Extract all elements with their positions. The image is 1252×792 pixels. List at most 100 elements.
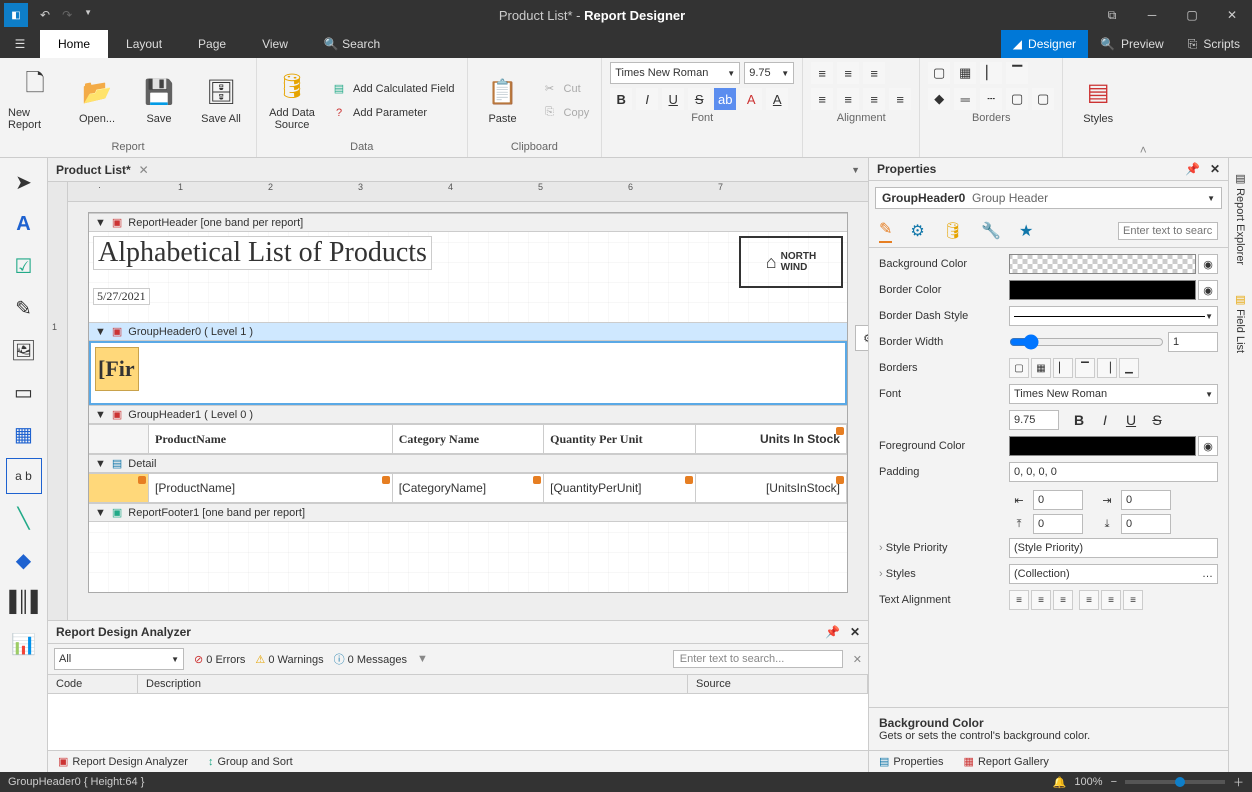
minimize-button[interactable]: ─ (1132, 0, 1172, 30)
new-report-button[interactable]: 🗋New Report (8, 71, 62, 131)
saveall-button[interactable]: 🗄Save All (194, 77, 248, 125)
align-justify[interactable]: ≡ (889, 88, 911, 110)
prop-fontsize-input[interactable]: 9.75 (1009, 410, 1059, 430)
band-groupheader1-header[interactable]: ▼ ▣ GroupHeader1 ( Level 0 ) (89, 405, 847, 424)
band-reportfooter-header[interactable]: ▼ ▣ ReportFooter1 [one band per report] (89, 503, 847, 522)
band-reportheader-header[interactable]: ▼ ▣ ReportHeader [one band per report] (89, 213, 847, 232)
tab-analyzer[interactable]: ▣Report Design Analyzer (48, 751, 198, 772)
tab-group-sort[interactable]: ↕Group and Sort (198, 751, 303, 772)
prop-stylepriority-value[interactable]: (Style Priority) (1009, 538, 1218, 558)
zoom-out-icon[interactable]: − (1111, 776, 1117, 788)
prop-styles-label[interactable]: › Styles (879, 568, 1009, 580)
col-category[interactable]: Category Name (393, 425, 544, 453)
align-center[interactable]: ≡ (837, 88, 859, 110)
band-groupheader0-body[interactable]: [Fir (89, 341, 847, 405)
collapse-icon[interactable]: ▼ (95, 458, 106, 470)
band-reportfooter-body[interactable] (89, 522, 847, 592)
prop-padding-input[interactable]: 0, 0, 0, 0 (1009, 462, 1218, 482)
prop-borderdash-combo[interactable]: ▼ (1009, 306, 1218, 326)
col-units[interactable]: Units In Stock (696, 425, 847, 453)
proptab-appearance-icon[interactable]: ✎ (879, 219, 892, 243)
align-top-right[interactable]: ≡ (863, 62, 885, 84)
ribbon-collapse-icon[interactable]: ˄ (1133, 58, 1153, 157)
mode-preview[interactable]: 🔍Preview (1088, 30, 1176, 58)
cell-qty[interactable]: [QuantityPerUnit] (544, 474, 695, 502)
tool-checkbox[interactable]: ☑ (6, 248, 42, 284)
qat-drop-icon[interactable]: ▼ (84, 8, 92, 22)
tab-view[interactable]: View (244, 30, 306, 58)
analyzer-search[interactable]: Enter text to search... (673, 650, 843, 668)
collapse-icon[interactable]: ▼ (95, 217, 106, 229)
col-product[interactable]: ProductName (149, 425, 393, 453)
tool-table[interactable]: ▦ (6, 416, 42, 452)
add-calc-field-button[interactable]: ▤Add Calculated Field (327, 79, 459, 99)
font-size-combo[interactable]: 9.75▼ (744, 62, 794, 84)
align-top-center[interactable]: ≡ (837, 62, 859, 84)
band-smart-tag-button[interactable]: ⚙ (855, 325, 868, 351)
cell-category[interactable]: [CategoryName] (393, 474, 544, 502)
col-source[interactable]: Source (688, 675, 868, 693)
collapse-icon[interactable]: ▼ (95, 409, 106, 421)
properties-object-selector[interactable]: GroupHeader0 Group Header ▼ (875, 187, 1222, 209)
band-reportheader-body[interactable]: Alphabetical List of Products 5/27/2021 … (89, 232, 847, 322)
border-more1[interactable]: ▢ (1006, 88, 1028, 110)
border-none-btn[interactable]: ▢ (1009, 358, 1029, 378)
collapse-icon[interactable]: ▼ (95, 507, 106, 519)
font-italic-btn[interactable]: I (1095, 412, 1115, 428)
open-button[interactable]: 📂Open... (70, 77, 124, 125)
maximize-button[interactable]: ▢ (1172, 0, 1212, 30)
tool-picturebox[interactable]: 🖼 (6, 332, 42, 368)
filter-icon[interactable]: ▼ (417, 653, 428, 665)
prop-stylepriority-label[interactable]: › Style Priority (879, 542, 1009, 554)
italic-button[interactable]: I (636, 88, 658, 110)
border-all[interactable]: ▦ (954, 62, 976, 84)
tool-panel[interactable]: ▭ (6, 374, 42, 410)
pin-icon[interactable]: 📌 (1185, 162, 1200, 176)
band-detail-header[interactable]: ▼ ▤ Detail (89, 454, 847, 473)
messages-count[interactable]: ⓘ 0 Messages (334, 651, 407, 667)
tool-chart[interactable]: 📊 (6, 626, 42, 662)
pad-bottom-input[interactable]: 0 (1121, 514, 1171, 534)
proptab-misc-icon[interactable]: 🔧 (981, 221, 1001, 241)
band-groupheader0-header[interactable]: ▼ ▣ GroupHeader0 ( Level 1 ) ⚙ (89, 322, 847, 341)
copy-button[interactable]: ⎘Copy (538, 103, 594, 123)
logo-picturebox[interactable]: ⌂ NORTHWIND (739, 236, 843, 288)
band-detail-body[interactable]: [ProductName] [CategoryName] [QuantityPe… (89, 473, 847, 503)
search-menu[interactable]: 🔍 Search (306, 30, 398, 58)
add-data-source-button[interactable]: 🛢Add Data Source (265, 71, 319, 131)
layout-options-icon[interactable]: ⧉ (1092, 8, 1132, 23)
prop-backcolor-picker[interactable]: ◉ (1198, 254, 1218, 274)
tool-richtext[interactable]: ✎ (6, 290, 42, 326)
tab-properties[interactable]: ▤Properties (869, 751, 954, 772)
border-top-btn[interactable]: ▔ (1075, 358, 1095, 378)
report-date-field[interactable]: 5/27/2021 (93, 288, 150, 305)
prop-borderwidth-slider[interactable] (1009, 334, 1164, 350)
redo-icon[interactable]: ↷ (62, 8, 72, 22)
mode-scripts[interactable]: ⎘Scripts (1176, 30, 1252, 58)
close-tab-icon[interactable]: ✕ (139, 163, 149, 177)
close-icon[interactable]: ✕ (1210, 162, 1220, 176)
col-code[interactable]: Code (48, 675, 138, 693)
bold-button[interactable]: B (610, 88, 632, 110)
prop-bordercolor-value[interactable] (1009, 280, 1196, 300)
forecolor-black-button[interactable]: A (766, 88, 788, 110)
cut-button[interactable]: ✂Cut (538, 79, 594, 99)
pin-icon[interactable]: 📌 (825, 625, 840, 639)
col-qty[interactable]: Quantity Per Unit (544, 425, 695, 453)
tool-character-comb[interactable]: a b (6, 458, 42, 494)
font-bold-btn[interactable]: B (1069, 412, 1089, 428)
border-left-btn[interactable]: ▏ (1053, 358, 1073, 378)
tab-home[interactable]: Home (40, 30, 108, 58)
ta-tr[interactable]: ≡ (1053, 590, 1073, 610)
border-right-btn[interactable]: ▕ (1097, 358, 1117, 378)
tool-line[interactable]: ╲ (6, 500, 42, 536)
font-underline-btn[interactable]: U (1121, 412, 1141, 428)
align-right[interactable]: ≡ (863, 88, 885, 110)
tab-field-list[interactable]: ▤ Field List (1232, 289, 1249, 357)
prop-forecolor-value[interactable] (1009, 436, 1196, 456)
collapse-icon[interactable]: ▼ (95, 326, 106, 338)
tab-page[interactable]: Page (180, 30, 244, 58)
border-bottom-btn[interactable]: ▁ (1119, 358, 1139, 378)
analyzer-filter-combo[interactable]: All▼ (54, 648, 184, 670)
align-top-left[interactable]: ≡ (811, 62, 833, 84)
